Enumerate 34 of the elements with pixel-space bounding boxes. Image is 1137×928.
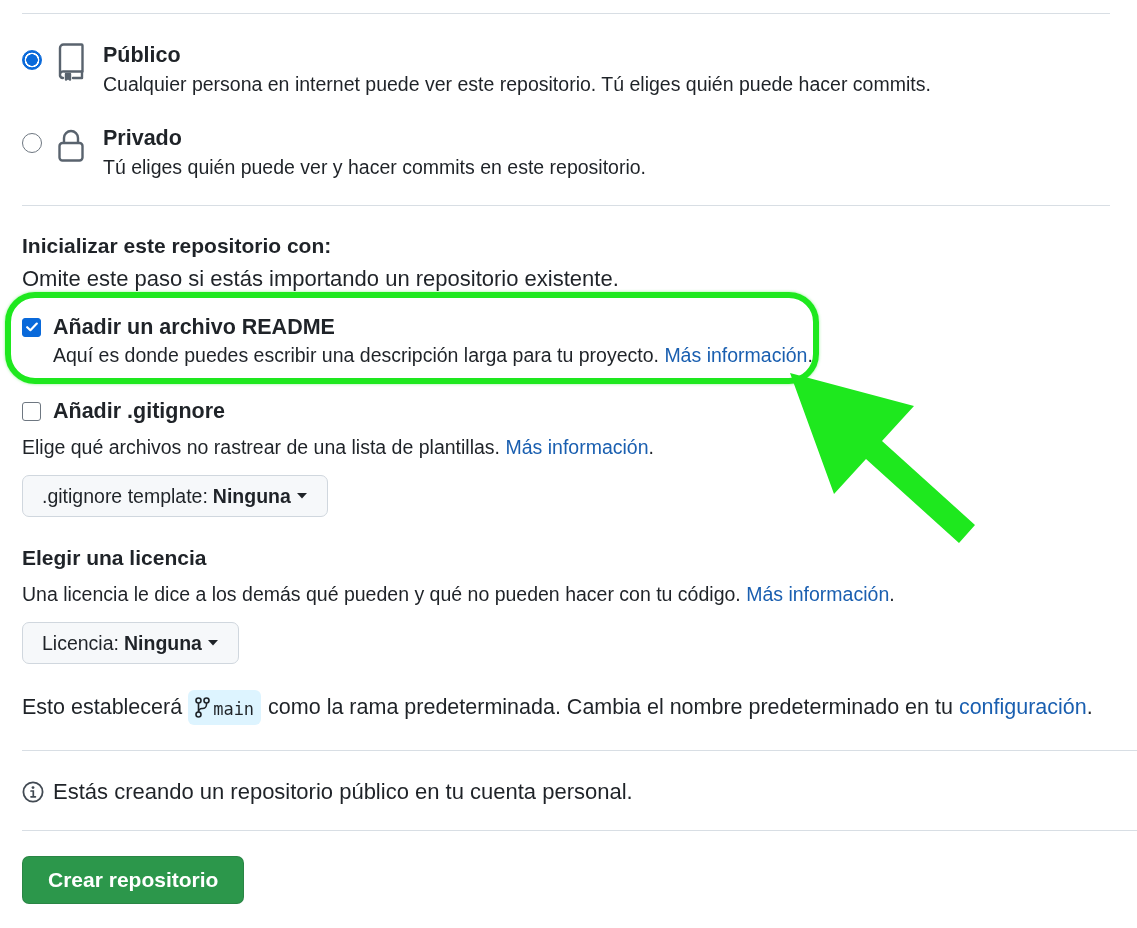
section-description: Elige qué archivos no rastrear de una lista de plantillas. Más información. bbox=[22, 435, 654, 459]
option-description: Cualquier persona en internet puede ver este repositorio. Tú eliges quién puede hacer commits. bbox=[103, 72, 931, 96]
caret-icon bbox=[207, 640, 218, 646]
notice-text: Estás creando un repositorio público en tu cuenta personal. bbox=[53, 779, 633, 805]
radio-button[interactable] bbox=[22, 50, 42, 70]
settings-link[interactable]: configuración bbox=[958, 694, 1087, 719]
info-icon bbox=[22, 781, 44, 803]
option-description: Tú eliges quién puede ver y hacer commits en este repositorio. bbox=[103, 155, 647, 179]
more-info-link[interactable]: Más información bbox=[746, 583, 890, 605]
create-repository-button[interactable]: Crear repositorio bbox=[22, 856, 245, 904]
checkbox[interactable] bbox=[22, 317, 41, 337]
more-info-link[interactable]: Más información bbox=[664, 344, 808, 366]
section-heading: Inicializar este repositorio con: bbox=[22, 234, 332, 258]
radio-button[interactable] bbox=[22, 133, 42, 153]
checkbox-label[interactable]: Añadir .gitignore bbox=[53, 398, 225, 424]
dropdown-button[interactable]: .gitignore template: Ninguna bbox=[22, 475, 328, 517]
section-heading: Elegir una licencia bbox=[22, 545, 207, 571]
default-branch-text: Esto establecerá bbox=[22, 694, 183, 720]
option-title: Público bbox=[103, 42, 181, 68]
option-title: Privado bbox=[103, 125, 182, 151]
lock-icon bbox=[58, 129, 84, 162]
default-branch-text: como la rama predeterminada. Cambia el nombre predeterminado en tu configuración. bbox=[268, 694, 1093, 720]
more-info-link[interactable]: Más información bbox=[505, 436, 649, 458]
branch-icon bbox=[195, 696, 211, 718]
caret-icon bbox=[296, 493, 307, 499]
branch-name: main bbox=[213, 699, 255, 719]
book-icon bbox=[58, 43, 84, 81]
section-description: Una licencia le dice a los demás qué pueden y qué no pueden hacer con tu código. Más información. bbox=[22, 582, 895, 606]
option-description: Aquí es donde puedes escribir una descripción larga para tu proyecto. Más información. bbox=[53, 343, 813, 367]
checkmark-icon bbox=[25, 322, 38, 332]
checkbox[interactable] bbox=[22, 401, 41, 421]
dropdown-button[interactable]: Licencia: Ninguna bbox=[22, 622, 239, 664]
section-description: Omite este paso si estás importando un repositorio existente. bbox=[22, 266, 619, 292]
checkbox-label[interactable]: Añadir un archivo README bbox=[53, 314, 335, 340]
